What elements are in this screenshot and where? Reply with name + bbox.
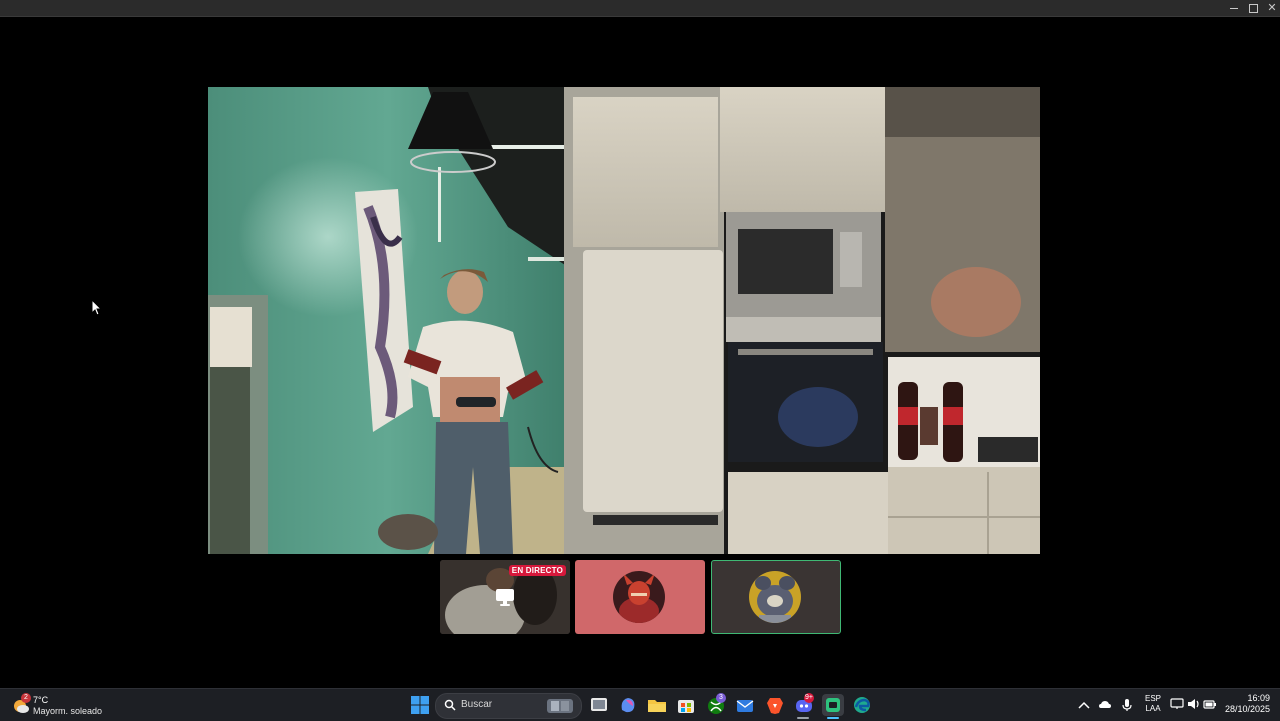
- edge-icon[interactable]: [851, 694, 873, 716]
- start-button-windows-icon[interactable]: [409, 694, 431, 716]
- taskbar-search[interactable]: Buscar: [435, 693, 582, 719]
- avatar-image: [749, 571, 801, 623]
- search-highlight-icon: [547, 699, 573, 713]
- minimize-icon: [1230, 7, 1238, 9]
- language-indicator[interactable]: ESP LAA: [1144, 694, 1162, 714]
- main-video-feed[interactable]: [208, 87, 1040, 554]
- app-green-icon[interactable]: [822, 694, 844, 716]
- participant-tile-user1[interactable]: [575, 560, 705, 634]
- app-active-indicator: [827, 717, 839, 719]
- volume-icon[interactable]: [1187, 698, 1201, 710]
- file-explorer-icon[interactable]: [588, 694, 610, 716]
- avatar: [749, 571, 801, 623]
- avatar-image: [613, 571, 665, 623]
- mouse-cursor-icon: [92, 300, 102, 316]
- copilot-icon[interactable]: [617, 694, 639, 716]
- folder-icon[interactable]: [646, 694, 668, 716]
- battery-icon[interactable]: [1203, 698, 1217, 710]
- weather-desc: Mayorm. soleado: [33, 706, 103, 716]
- maximize-icon: [1248, 3, 1258, 13]
- participant-tile-user2-speaking[interactable]: [711, 560, 841, 634]
- language-bottom: LAA: [1145, 704, 1161, 713]
- chevron-up-icon[interactable]: [1078, 700, 1090, 710]
- microphone-icon[interactable]: [1121, 698, 1133, 712]
- stream-tile[interactable]: EN DIRECTO: [440, 560, 570, 634]
- close-button[interactable]: ✕: [1262, 0, 1280, 16]
- clock-time: 16:09: [1247, 693, 1270, 703]
- window-titlebar: ✕: [0, 0, 1280, 17]
- avatar: [613, 571, 665, 623]
- search-icon: [444, 699, 456, 711]
- mail-icon[interactable]: [734, 694, 756, 716]
- brave-icon[interactable]: [764, 694, 786, 716]
- weather-badge: 2: [21, 693, 31, 703]
- store-icon[interactable]: [675, 694, 697, 716]
- discord-badge: 9+: [804, 693, 814, 703]
- network-icon[interactable]: [1170, 698, 1184, 710]
- clock[interactable]: 16:09 28/10/2025: [1222, 693, 1270, 715]
- discord-active-indicator: [797, 717, 809, 719]
- weather-temp: 7°C: [33, 695, 49, 705]
- xbox-badge: 3: [716, 693, 726, 703]
- taskbar: 2 7°C Mayorm. soleado Buscar 3 9+ ESP LA…: [0, 688, 1280, 721]
- clock-date: 28/10/2025: [1224, 704, 1270, 714]
- minimize-button[interactable]: [1224, 0, 1244, 16]
- search-label: Buscar: [461, 699, 493, 710]
- live-badge: EN DIRECTO: [508, 565, 566, 576]
- video-frame-illustration: [208, 87, 1040, 554]
- screen-share-icon: [496, 589, 514, 606]
- close-icon: ✕: [1267, 2, 1277, 14]
- maximize-button[interactable]: [1243, 0, 1263, 16]
- onedrive-icon[interactable]: [1098, 698, 1112, 712]
- language-top: ESP: [1144, 694, 1161, 703]
